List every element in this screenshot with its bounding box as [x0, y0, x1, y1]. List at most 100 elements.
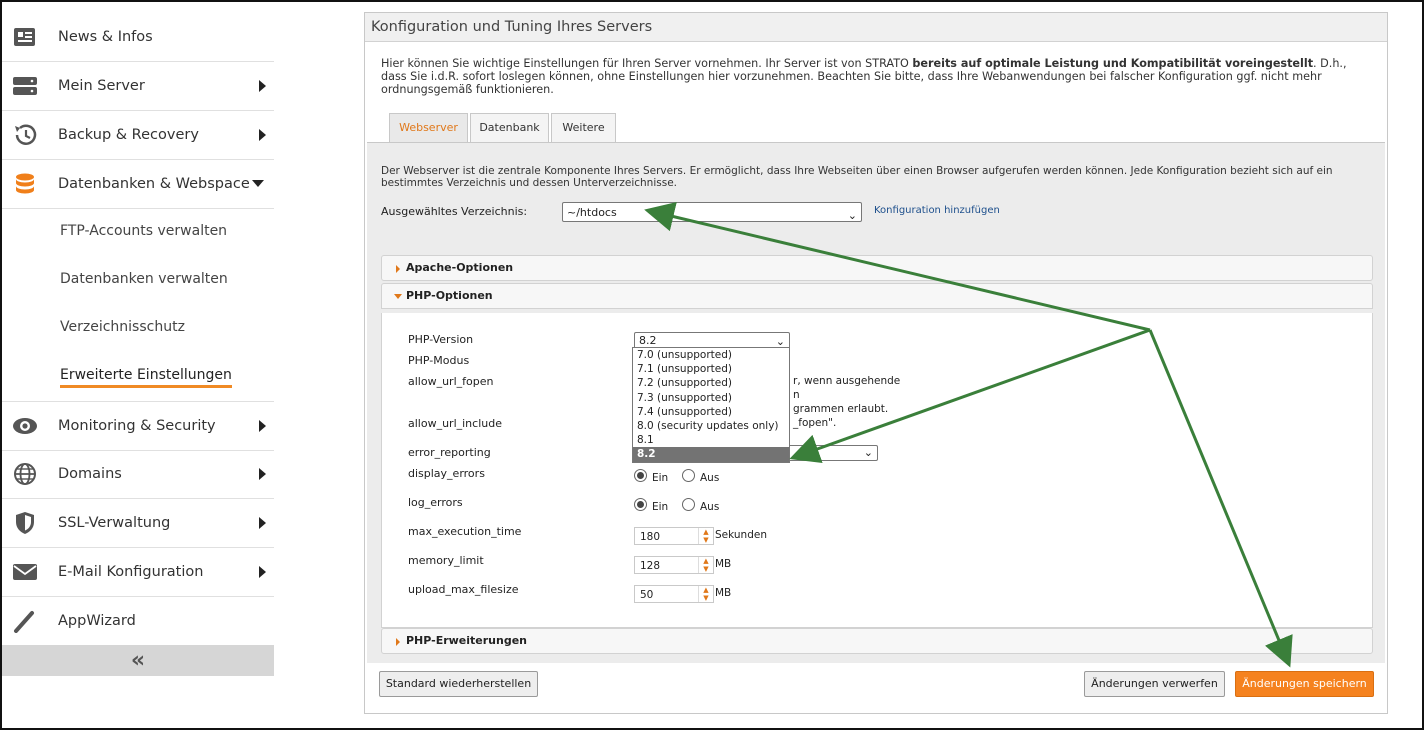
unit-label: Sekunden: [715, 529, 767, 541]
directory-select[interactable]: ~/htdocs ⌄: [562, 202, 862, 222]
radio-label: Aus: [700, 472, 720, 484]
wand-icon: [14, 611, 34, 633]
accordion-apache-options[interactable]: Apache-Optionen: [381, 255, 1373, 281]
log-errors-off-radio[interactable]: [682, 498, 695, 511]
envelope-icon: [13, 564, 37, 580]
radio-label: Aus: [700, 501, 720, 513]
memory-limit-input[interactable]: 128 ▲ ▼: [634, 556, 714, 574]
sidebar-item-label: SSL-Verwaltung: [58, 515, 171, 531]
sidebar-item-mein-server[interactable]: Mein Server: [2, 62, 274, 111]
sidebar-item-label: AppWizard: [58, 613, 136, 629]
input-value: 128: [640, 560, 661, 572]
sidebar-subitem-datenbanken[interactable]: Datenbanken verwalten: [60, 271, 228, 287]
allow-url-fopen-description: n: [793, 389, 800, 401]
display-errors-on-radio[interactable]: [634, 469, 647, 482]
sidebar-collapse-button[interactable]: «: [2, 645, 274, 676]
input-value: 180: [640, 531, 661, 543]
sidebar-item-ssl[interactable]: SSL-Verwaltung: [2, 499, 274, 548]
stepper-arrows-icon[interactable]: ▲ ▼: [698, 557, 713, 573]
add-configuration-link[interactable]: Konfiguration hinzufügen: [874, 205, 1000, 216]
sidebar-item-domains[interactable]: Domains: [2, 450, 274, 499]
accordion-title: PHP-Erweiterungen: [406, 634, 528, 647]
server-icon: [13, 77, 37, 95]
accordion-title: PHP-Optionen: [406, 289, 493, 302]
dropdown-option[interactable]: 8.0 (security updates only): [633, 419, 789, 433]
directory-label: Ausgewähltes Verzeichnis:: [381, 205, 528, 218]
database-icon: [16, 173, 34, 194]
sidebar: News & Infos Mein Server Backup & Recove…: [2, 2, 274, 682]
max-execution-time-input[interactable]: 180 ▲ ▼: [634, 527, 714, 545]
stepper-arrows-icon[interactable]: ▲ ▼: [698, 528, 713, 544]
sidebar-item-label: Datenbanken & Webspace: [58, 176, 250, 192]
accordion-php-extensions[interactable]: PHP-Erweiterungen: [381, 628, 1373, 654]
allow-url-fopen-label: allow_url_fopen: [408, 375, 494, 388]
sidebar-item-backup[interactable]: Backup & Recovery: [2, 111, 274, 160]
display-errors-label: display_errors: [408, 467, 485, 480]
sidebar-item-label: News & Infos: [58, 29, 153, 45]
triangle-down-icon: [394, 294, 402, 299]
save-changes-button[interactable]: Änderungen speichern: [1235, 671, 1374, 697]
discard-changes-button[interactable]: Änderungen verwerfen: [1084, 671, 1225, 697]
php-version-dropdown-list[interactable]: 7.0 (unsupported) 7.1 (unsupported) 7.2 …: [632, 347, 790, 463]
eye-icon: [13, 418, 37, 434]
php-options-body: PHP-Version PHP-Modus allow_url_fopen al…: [381, 313, 1373, 628]
sidebar-item-datenbanken-webspace[interactable]: Datenbanken & Webspace: [2, 160, 274, 209]
dropdown-option-selected[interactable]: 8.2: [633, 447, 789, 462]
sidebar-subitem-erweiterte-einstellungen[interactable]: Erweiterte Einstellungen: [60, 367, 232, 388]
chevron-right-icon: [259, 468, 266, 480]
chevron-right-icon: [259, 129, 266, 141]
chevron-down-icon: ⌄: [863, 446, 873, 459]
unit-label: MB: [715, 587, 732, 599]
sidebar-item-label: Monitoring & Security: [58, 418, 216, 434]
tab-webserver[interactable]: Webserver: [389, 113, 468, 144]
sidebar-item-monitoring[interactable]: Monitoring & Security: [2, 401, 274, 451]
sidebar-item-label: Backup & Recovery: [58, 127, 199, 143]
allow-url-include-description: grammen erlaubt.: [793, 403, 889, 415]
directory-select-value: ~/htdocs: [567, 206, 617, 219]
restore-defaults-button[interactable]: Standard wiederherstellen: [379, 671, 538, 697]
accordion-php-options[interactable]: PHP-Optionen: [381, 283, 1373, 309]
globe-icon: [14, 463, 36, 485]
sidebar-item-label: E-Mail Konfiguration: [58, 564, 204, 580]
dropdown-option[interactable]: 7.0 (unsupported): [633, 348, 789, 362]
upload-max-filesize-input[interactable]: 50 ▲ ▼: [634, 585, 714, 603]
tab-weitere[interactable]: Weitere: [551, 113, 616, 142]
php-version-label: PHP-Version: [408, 333, 474, 346]
chevron-right-icon: [259, 517, 266, 529]
sidebar-item-email[interactable]: E-Mail Konfiguration: [2, 548, 274, 597]
upload-max-filesize-label: upload_max_filesize: [408, 583, 519, 596]
dropdown-option[interactable]: 7.1 (unsupported): [633, 362, 789, 376]
max-execution-time-label: max_execution_time: [408, 525, 522, 538]
display-errors-off-radio[interactable]: [682, 469, 695, 482]
webserver-description: Der Webserver ist die zentrale Komponent…: [381, 165, 1333, 189]
shield-icon: [16, 512, 34, 534]
stepper-arrows-icon[interactable]: ▲ ▼: [698, 586, 713, 602]
log-errors-label: log_errors: [408, 496, 463, 509]
chevron-right-icon: [259, 420, 266, 432]
sidebar-item-news[interactable]: News & Infos: [2, 13, 274, 62]
sidebar-subitem-verzeichnisschutz[interactable]: Verzeichnisschutz: [60, 319, 185, 335]
intro-text-part: Hier können Sie wichtige Einstellungen f…: [381, 57, 913, 70]
allow-url-include-description: _fopen".: [793, 417, 837, 429]
dropdown-option[interactable]: 7.3 (unsupported): [633, 391, 789, 405]
unit-label: MB: [715, 558, 732, 570]
panel-title: Konfiguration und Tuning Ihres Servers: [365, 13, 1387, 42]
news-icon: [14, 28, 35, 46]
config-panel: Konfiguration und Tuning Ihres Servers H…: [364, 12, 1388, 714]
dropdown-option[interactable]: 7.4 (unsupported): [633, 405, 789, 419]
log-errors-on-radio[interactable]: [634, 498, 647, 511]
chevron-down-icon: [252, 180, 264, 187]
history-icon: [15, 124, 37, 145]
dropdown-option[interactable]: 7.2 (unsupported): [633, 376, 789, 390]
sidebar-item-label: Mein Server: [58, 78, 145, 94]
php-version-select-value: 8.2: [639, 334, 657, 347]
dropdown-option[interactable]: 8.1: [633, 433, 789, 447]
tab-datenbank[interactable]: Datenbank: [470, 113, 549, 142]
sidebar-item-appwizard[interactable]: AppWizard: [2, 597, 274, 645]
sidebar-item-label: Domains: [58, 466, 122, 482]
input-value: 50: [640, 589, 654, 601]
triangle-right-icon: [396, 638, 400, 646]
sidebar-subitem-ftp-accounts[interactable]: FTP-Accounts verwalten: [60, 223, 227, 239]
webserver-tab-content: Der Webserver ist die zentrale Komponent…: [367, 142, 1385, 663]
chevron-right-icon: [259, 80, 266, 92]
